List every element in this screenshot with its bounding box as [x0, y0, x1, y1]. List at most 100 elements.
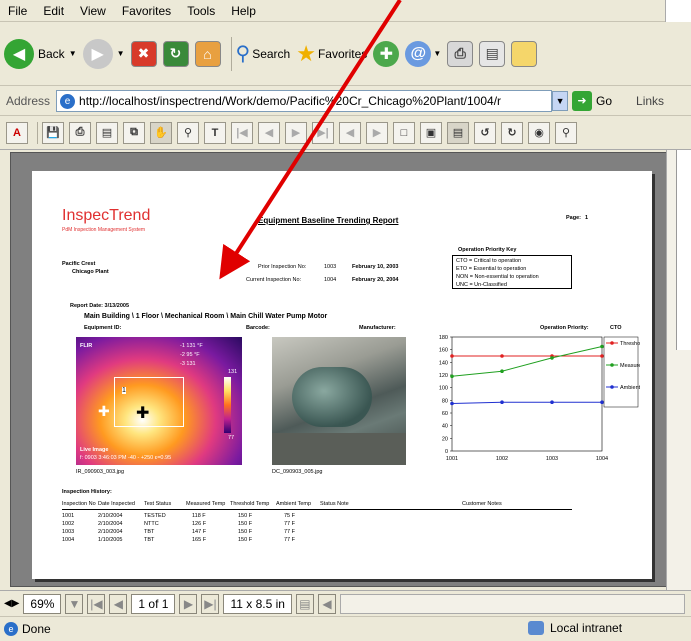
- forward-view-icon[interactable]: ▶: [366, 121, 388, 144]
- barcode-label: Barcode:: [246, 325, 270, 331]
- print-icon[interactable]: ⎙: [69, 121, 91, 144]
- acrobat-icon[interactable]: A: [6, 121, 28, 144]
- photo-caption: DC_090903_005.jpg: [272, 469, 323, 475]
- next-page-button[interactable]: ▶: [179, 593, 198, 614]
- ir-spot-readout: -3 131: [180, 361, 196, 367]
- menu-file[interactable]: File: [8, 4, 27, 18]
- home-button[interactable]: ⌂: [194, 40, 221, 67]
- y-tick-label: 60: [442, 411, 448, 417]
- save-icon[interactable]: 💾: [42, 121, 64, 144]
- last-page-icon[interactable]: ▶|: [312, 121, 334, 144]
- back-button[interactable]: ◀ Back ▼: [4, 38, 77, 69]
- history-header-cell: Ambient Temp: [276, 501, 312, 507]
- go-arrow-icon: ➜: [577, 95, 587, 107]
- toolbar-separator: [230, 36, 232, 71]
- history-header-cell: Measured Temp: [186, 501, 226, 507]
- first-page-icon[interactable]: |◀: [231, 121, 253, 144]
- next-page-icon[interactable]: ▶: [285, 121, 307, 144]
- address-input[interactable]: e http://localhost/inspectrend/Work/demo…: [56, 89, 553, 112]
- forward-button[interactable]: ▶ ▼: [82, 38, 125, 69]
- data-point: [450, 401, 454, 406]
- last-page-button[interactable]: ▶|: [201, 593, 220, 614]
- mail-button[interactable]: @ ▼: [405, 40, 441, 67]
- zoom-field[interactable]: 69%: [23, 593, 62, 614]
- history-cell: 77 F: [284, 529, 296, 535]
- legend-label: Threshold: [620, 341, 640, 347]
- page-indicator[interactable]: 1 of 1: [131, 593, 176, 614]
- ir-image-caption: IR_090903_003.jpg: [76, 469, 125, 475]
- prior-inspection-date: February 10, 2003: [352, 264, 399, 270]
- x-tick-label: 1003: [546, 456, 558, 462]
- history-cell: 1004: [62, 537, 75, 543]
- find-icon[interactable]: ◉: [528, 121, 550, 144]
- copy-icon[interactable]: ⧉: [123, 121, 145, 144]
- rotate-right-icon[interactable]: ↻: [501, 121, 523, 144]
- security-zone-text[interactable]: Local intranet: [550, 621, 622, 635]
- prev-page-icon[interactable]: ◀: [258, 121, 280, 144]
- hscroll-left-button[interactable]: ◀: [317, 593, 336, 614]
- back-label: Back: [38, 46, 65, 61]
- history-header-cell: Threshold Temp: [230, 501, 270, 507]
- report-title: Equipment Baseline Trending Report: [258, 216, 399, 225]
- menu-edit[interactable]: Edit: [43, 4, 64, 18]
- first-page-button[interactable]: |◀: [87, 593, 106, 614]
- edit-button[interactable]: ▤: [479, 40, 506, 67]
- legend-label: Ambient: [620, 385, 640, 391]
- series-line-ambient: [451, 401, 602, 404]
- split-handle-icon[interactable]: ◀▶: [4, 598, 19, 609]
- history-button[interactable]: ✚: [373, 40, 400, 67]
- back-view-icon[interactable]: ◀: [339, 121, 361, 144]
- search-doc-icon[interactable]: ⚲: [555, 121, 577, 144]
- chevron-down-icon[interactable]: ▼: [117, 49, 125, 58]
- refresh-button[interactable]: ↻: [162, 40, 189, 67]
- ir-live-label: Live Image: [80, 447, 109, 453]
- data-point: [450, 354, 454, 358]
- history-cell: 150 F: [238, 537, 253, 543]
- ir-color-scale: [224, 377, 231, 433]
- menu-view[interactable]: View: [80, 4, 106, 18]
- ir-spot-readout: -1 131 °F: [180, 343, 203, 349]
- y-tick-label: 160: [439, 348, 448, 354]
- notes-button[interactable]: [511, 40, 538, 67]
- ie-page-icon: e: [4, 622, 18, 636]
- page-layout-button[interactable]: ▤: [295, 593, 314, 614]
- search-button[interactable]: ⚲ Search: [236, 41, 291, 66]
- history-icon: ✚: [373, 40, 400, 67]
- legend-label: Measured: [620, 363, 640, 369]
- fit-width-icon[interactable]: ▤: [447, 121, 469, 144]
- menu-help[interactable]: Help: [231, 4, 256, 18]
- current-inspection-label: Current Inspection No:: [246, 277, 302, 283]
- stop-button[interactable]: ✖: [130, 40, 157, 67]
- actual-size-icon[interactable]: □: [393, 121, 415, 144]
- menu-tools[interactable]: Tools: [187, 4, 215, 18]
- priority-key-line: CTO = Critical to operation: [456, 258, 522, 264]
- history-cell: 77 F: [284, 537, 296, 543]
- text-select-icon[interactable]: T: [204, 121, 226, 144]
- go-label[interactable]: Go: [596, 94, 612, 108]
- star-icon: ★: [296, 40, 316, 66]
- ir-marker: 1: [122, 387, 126, 394]
- zoom-tool-icon[interactable]: ⚲: [177, 121, 199, 144]
- address-dropdown-button[interactable]: ▼: [552, 90, 569, 111]
- chevron-down-icon[interactable]: ▼: [69, 49, 77, 58]
- go-button[interactable]: ➜: [572, 90, 593, 111]
- y-tick-label: 80: [442, 398, 448, 404]
- rotate-left-icon[interactable]: ↺: [474, 121, 496, 144]
- zoom-dropdown[interactable]: ▼: [65, 593, 84, 614]
- motor-base: [272, 433, 406, 465]
- chevron-down-icon[interactable]: ▼: [433, 49, 441, 58]
- address-label: Address: [6, 93, 51, 108]
- hand-tool-icon[interactable]: ✋: [150, 121, 172, 144]
- refresh-icon: ↻: [162, 40, 189, 67]
- prev-page-button[interactable]: ◀: [109, 593, 128, 614]
- print-button[interactable]: ⎙: [447, 40, 474, 67]
- favorites-button[interactable]: ★ Favorites: [296, 41, 367, 67]
- horizontal-scrollbar[interactable]: [339, 593, 685, 614]
- bookmarks-icon[interactable]: ▤: [96, 121, 118, 144]
- y-tick-label: 40: [442, 424, 448, 430]
- links-label[interactable]: Links: [636, 94, 664, 108]
- menu-favorites[interactable]: Favorites: [122, 4, 171, 18]
- favorites-label: Favorites: [317, 46, 368, 61]
- data-point: [600, 400, 604, 405]
- fit-page-icon[interactable]: ▣: [420, 121, 442, 144]
